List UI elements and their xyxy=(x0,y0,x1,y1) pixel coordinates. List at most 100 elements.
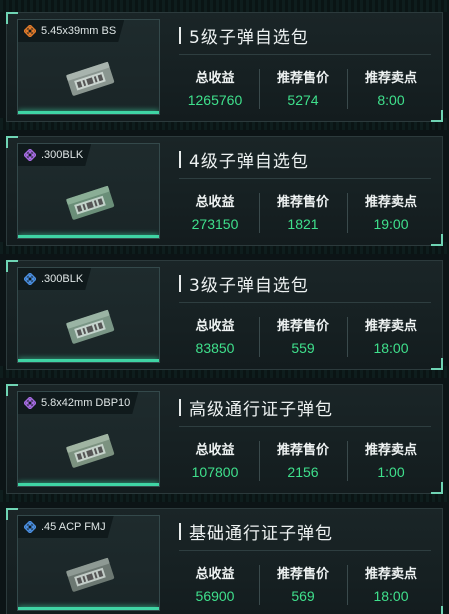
stat-recommended-price: 推荐售价 569 xyxy=(259,561,347,609)
stat-value: 273150 xyxy=(191,216,239,232)
stat-value: 569 xyxy=(291,588,315,604)
title-marker xyxy=(179,523,181,540)
pack-title-text: 5级子弹自选包 xyxy=(189,28,309,48)
ammo-name: .300BLK xyxy=(41,149,84,161)
stat-label: 推荐卖点 xyxy=(364,567,417,582)
stat-recommended-time: 推荐卖点 19:00 xyxy=(347,189,435,237)
pack-title-text: 基础通行证子弹包 xyxy=(189,524,333,544)
stats-row: 总收益 56900 推荐售价 569 推荐卖点 18:00 xyxy=(171,561,435,609)
stat-total-income: 总收益 56900 xyxy=(171,561,259,609)
ammo-type-tag: 5.8x42mm DBP10 xyxy=(18,392,138,414)
stats-row: 总收益 83850 推荐售价 559 推荐卖点 18:00 xyxy=(171,313,435,361)
ammo-pack-card-2[interactable]: .300BLK 4级子弹自选包 总收益 273150 推荐售价 1821 推荐卖… xyxy=(6,136,443,246)
stat-label: 推荐售价 xyxy=(276,443,329,458)
ammo-name: 5.8x42mm DBP10 xyxy=(41,397,131,409)
ammo-name: 5.45x39mm BS xyxy=(41,25,117,37)
stat-label: 推荐卖点 xyxy=(364,195,417,210)
stat-recommended-time: 推荐卖点 18:00 xyxy=(347,313,435,361)
purple-diamond-icon xyxy=(24,149,36,161)
stat-value: 559 xyxy=(291,340,315,356)
stat-recommended-time: 推荐卖点 8:00 xyxy=(347,65,435,113)
orange-diamond-icon xyxy=(24,25,36,37)
item-panel-accent-bar xyxy=(18,235,159,238)
stat-value: 1:00 xyxy=(377,464,405,480)
title-marker xyxy=(179,151,181,168)
item-panel-accent-bar xyxy=(18,359,159,362)
stat-value: 107800 xyxy=(191,464,239,480)
stats-row: 总收益 273150 推荐售价 1821 推荐卖点 19:00 xyxy=(171,189,435,237)
blue-diamond-icon xyxy=(24,521,36,533)
ammo-box-icon xyxy=(66,309,115,344)
ammo-pack-card-5[interactable]: .45 ACP FMJ 基础通行证子弹包 总收益 56900 推荐售价 569 … xyxy=(6,508,443,614)
ammo-pack-card-3[interactable]: .300BLK 3级子弹自选包 总收益 83850 推荐售价 559 推荐卖点 … xyxy=(6,260,443,370)
stat-label: 总收益 xyxy=(195,567,235,582)
ammo-pack-card-4[interactable]: 5.8x42mm DBP10 高级通行证子弹包 总收益 107800 推荐售价 … xyxy=(6,384,443,494)
title-marker xyxy=(179,399,181,416)
stat-total-income: 总收益 273150 xyxy=(171,189,259,237)
stat-value: 5274 xyxy=(287,92,319,108)
stat-value: 56900 xyxy=(195,588,235,604)
stat-label: 总收益 xyxy=(195,443,235,458)
item-panel[interactable]: .300BLK xyxy=(17,267,160,363)
pack-title: 3级子弹自选包 xyxy=(179,271,309,296)
stat-value: 19:00 xyxy=(373,216,409,232)
item-panel-accent-bar xyxy=(18,111,159,114)
stats-row: 总收益 1265760 推荐售价 5274 推荐卖点 8:00 xyxy=(171,65,435,113)
stat-value: 1265760 xyxy=(187,92,243,108)
ammo-box-icon xyxy=(66,557,115,592)
ammo-type-tag: .300BLK xyxy=(18,268,91,290)
stat-label: 总收益 xyxy=(195,71,235,86)
title-divider xyxy=(179,550,431,551)
stat-recommended-price: 推荐售价 5274 xyxy=(259,65,347,113)
stat-label: 推荐售价 xyxy=(276,71,329,86)
item-panel[interactable]: 5.8x42mm DBP10 xyxy=(17,391,160,487)
stat-label: 推荐售价 xyxy=(276,319,329,334)
stats-row: 总收益 107800 推荐售价 2156 推荐卖点 1:00 xyxy=(171,437,435,485)
item-panel-accent-bar xyxy=(18,607,159,610)
stat-recommended-price: 推荐售价 2156 xyxy=(259,437,347,485)
item-panel[interactable]: .45 ACP FMJ xyxy=(17,515,160,611)
stat-label: 推荐卖点 xyxy=(364,443,417,458)
pack-title-text: 高级通行证子弹包 xyxy=(189,400,333,420)
ammo-name: .300BLK xyxy=(41,273,84,285)
title-divider xyxy=(179,54,431,55)
title-divider xyxy=(179,178,431,179)
stat-value: 2156 xyxy=(287,464,319,480)
stat-value: 18:00 xyxy=(373,340,409,356)
stat-recommended-price: 推荐售价 1821 xyxy=(259,189,347,237)
stat-label: 推荐售价 xyxy=(276,567,329,582)
ammo-pack-card-1[interactable]: 5.45x39mm BS 5级子弹自选包 总收益 1265760 推荐售价 52… xyxy=(6,12,443,122)
ammo-type-tag: .300BLK xyxy=(18,144,91,166)
stat-value: 83850 xyxy=(195,340,235,356)
stat-recommended-time: 推荐卖点 18:00 xyxy=(347,561,435,609)
title-divider xyxy=(179,426,431,427)
title-marker xyxy=(179,275,181,292)
stat-label: 总收益 xyxy=(195,319,235,334)
ammo-box-icon xyxy=(66,185,115,220)
blue-diamond-icon xyxy=(24,273,36,285)
pack-title: 4级子弹自选包 xyxy=(179,147,309,172)
title-divider xyxy=(179,302,431,303)
separator xyxy=(0,0,449,12)
stat-label: 推荐卖点 xyxy=(364,319,417,334)
stat-label: 总收益 xyxy=(195,195,235,210)
ammo-type-tag: .45 ACP FMJ xyxy=(18,516,114,538)
item-panel[interactable]: .300BLK xyxy=(17,143,160,239)
ammo-type-tag: 5.45x39mm BS xyxy=(18,20,124,42)
pack-title-text: 3级子弹自选包 xyxy=(189,276,309,296)
stat-label: 推荐售价 xyxy=(276,195,329,210)
pack-title-text: 4级子弹自选包 xyxy=(189,152,309,172)
pack-title: 基础通行证子弹包 xyxy=(179,519,333,544)
stat-value: 8:00 xyxy=(377,92,405,108)
stat-total-income: 总收益 1265760 xyxy=(171,65,259,113)
pack-title: 高级通行证子弹包 xyxy=(179,395,333,420)
stat-recommended-time: 推荐卖点 1:00 xyxy=(347,437,435,485)
purple-diamond-icon xyxy=(24,397,36,409)
ammo-name: .45 ACP FMJ xyxy=(41,521,106,533)
stat-total-income: 总收益 107800 xyxy=(171,437,259,485)
stat-value: 1821 xyxy=(287,216,319,232)
item-panel[interactable]: 5.45x39mm BS xyxy=(17,19,160,115)
stat-recommended-price: 推荐售价 559 xyxy=(259,313,347,361)
ammo-box-icon xyxy=(66,433,115,468)
stat-total-income: 总收益 83850 xyxy=(171,313,259,361)
